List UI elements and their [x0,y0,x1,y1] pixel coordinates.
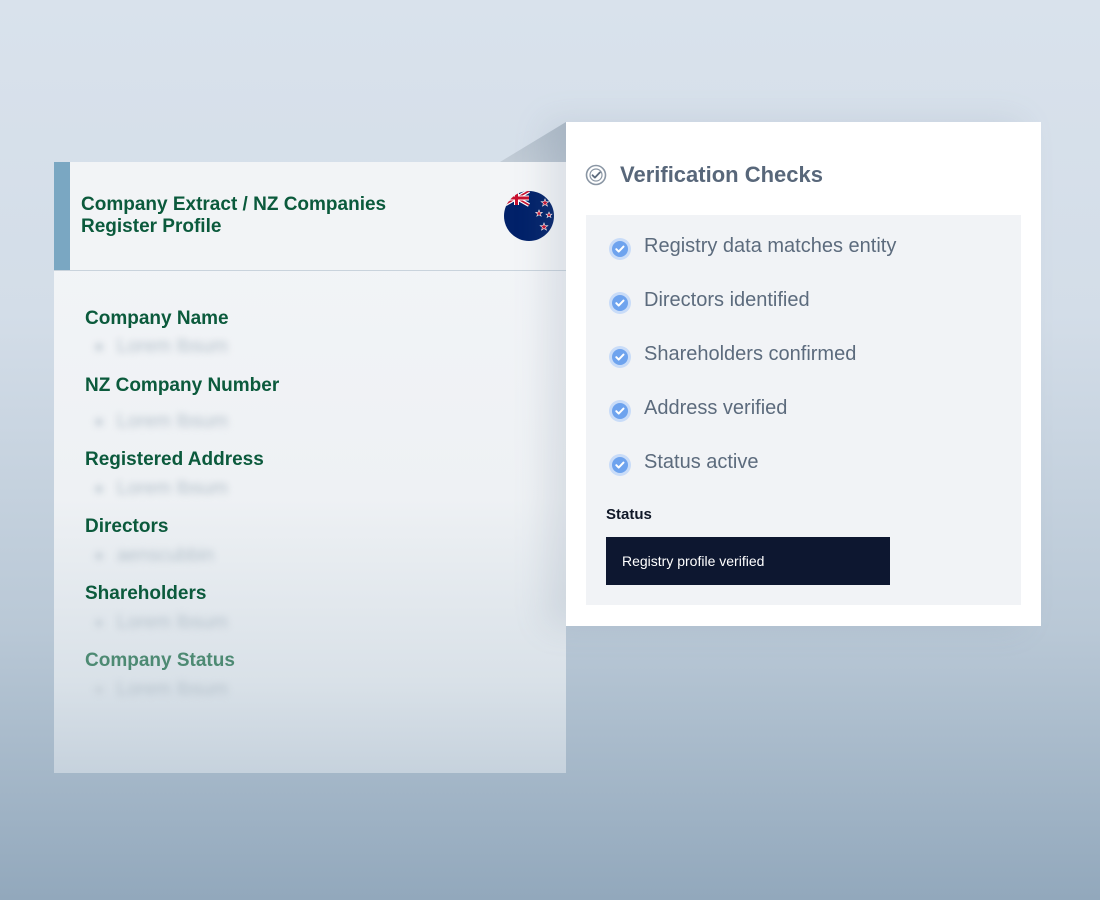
field-registered-address: Registered Address Lorem Ibsum [85,449,264,500]
field-value-blurred: Lorem Ibsum [95,679,235,701]
field-label: Company Name [85,308,229,329]
check-badge-icon [609,292,631,314]
field-company-number: NZ Company Number Lorem Ibsum [85,375,279,433]
field-label: Shareholders [85,583,207,604]
check-label: Registry data matches entity [644,235,897,257]
check-badge-icon [609,238,631,260]
field-label: Company Status [85,650,235,671]
check-label: Shareholders confirmed [644,343,857,365]
company-extract-card: Company Extract / NZ Companies Register … [54,162,566,773]
new-zealand-flag-icon [504,191,554,241]
field-value-blurred: Lorem Ibsum [95,411,279,433]
extract-title: Company Extract / NZ Companies Register … [81,194,387,237]
field-label: Registered Address [85,449,264,470]
field-directors: Directors aenscubbin [85,516,214,567]
page-background: Company Extract / NZ Companies Register … [0,0,1100,900]
status-label: Status [606,506,652,523]
flag-container [490,162,566,270]
field-value-blurred: Lorem Ibsum [95,478,264,500]
field-value-blurred: aenscubbin [95,545,214,567]
check-badge-icon [609,346,631,368]
accent-bar [54,162,70,270]
check-circle-icon [585,164,607,186]
status-badge: Registry profile verified [606,537,890,585]
checks-panel: Registry data matches entity Directors i… [586,215,1021,605]
check-label: Directors identified [644,289,810,311]
field-value-blurred: Lorem Ibsum [95,612,228,634]
field-shareholders: Shareholders Lorem Ibsum [85,583,228,634]
card-fold-shadow [500,122,566,162]
field-label: NZ Company Number [85,375,280,396]
verification-card: Verification Checks Registry data matche… [566,122,1041,626]
field-company-status: Company Status Lorem Ibsum [85,650,235,701]
field-company-name: Company Name Lorem Ibsum [85,308,229,358]
field-value-blurred: Lorem Ibsum [95,336,229,358]
status-value: Registry profile verified [622,553,765,569]
field-label: Directors [85,516,169,537]
check-badge-icon [609,400,631,422]
extract-header: Company Extract / NZ Companies Register … [54,162,566,271]
check-label: Address verified [644,397,788,419]
check-badge-icon [609,454,631,476]
check-label: Status active [644,451,759,473]
verification-title: Verification Checks [620,162,823,187]
